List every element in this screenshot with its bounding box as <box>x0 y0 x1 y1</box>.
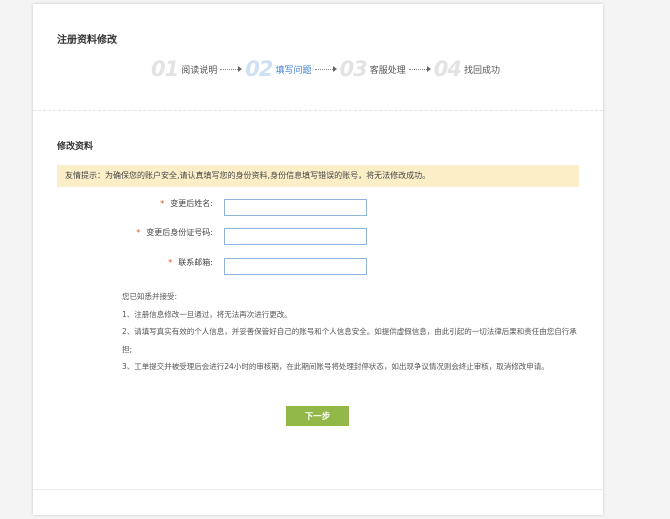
form-row-id: * 变更后身份证号码: <box>33 227 603 245</box>
step-label: 客服处理 <box>369 65 406 76</box>
step-number: 02 <box>245 57 273 81</box>
field-label-wrap: * 变更后姓名: <box>33 198 213 216</box>
terms-item-1: 1、注册信息修改一旦通过，将无法再次进行更改。 <box>122 309 292 319</box>
field-label-text: 联系邮箱: <box>178 258 213 267</box>
required-mark: * <box>136 228 141 237</box>
step-4: 04 找回成功 <box>434 56 500 82</box>
field-label: * 变更后姓名: <box>160 198 213 209</box>
main-card: 注册资料修改 01 阅读说明 02 填写问题 03 客服处理 04 找回成功 修… <box>33 4 603 515</box>
step-label: 阅读说明 <box>181 65 218 76</box>
arrow-right-icon <box>314 66 337 72</box>
terms-intro: 您已知悉并接受: <box>122 292 178 301</box>
required-mark: * <box>160 199 165 208</box>
progress-steps: 01 阅读说明 02 填写问题 03 客服处理 04 找回成功 <box>151 56 500 82</box>
required-mark: * <box>168 258 173 267</box>
terms-item-2: 2、请填写真实有效的个人信息，并妥善保管好自己的账号和个人信息安全。如提供虚假信… <box>122 327 577 354</box>
step-number: 01 <box>151 57 179 81</box>
next-step-button[interactable]: 下一步 <box>286 406 349 426</box>
arrow-right-icon <box>220 66 243 72</box>
page-title: 注册资料修改 <box>57 35 117 46</box>
field-label: * 变更后身份证号码: <box>136 227 213 238</box>
terms-block: 您已知悉并接受: 1、注册信息修改一旦通过，将无法再次进行更改。 2、请填写真实… <box>122 288 580 376</box>
form-row-email: * 联系邮箱: <box>33 257 603 275</box>
field-label-wrap: * 联系邮箱: <box>33 257 213 275</box>
step-number: 03 <box>339 57 368 81</box>
new-name-input[interactable] <box>224 198 367 216</box>
field-label-text: 变更后姓名: <box>170 199 213 208</box>
step-label: 找回成功 <box>463 65 500 76</box>
header-divider <box>33 110 603 111</box>
step-1: 01 阅读说明 <box>151 56 217 82</box>
field-label-wrap: * 变更后身份证号码: <box>33 227 213 245</box>
step-label: 填写问题 <box>275 65 312 76</box>
step-2: 02 填写问题 <box>245 56 311 82</box>
section-title: 修改资料 <box>57 142 94 152</box>
terms-item-3: 3、工单提交并被受理后会进行24小时的审核期，在此期间账号将处理封停状态，如出现… <box>122 362 549 371</box>
new-id-number-input[interactable] <box>224 227 367 245</box>
step-number: 04 <box>433 57 462 81</box>
email-input[interactable] <box>224 257 367 275</box>
footer-divider <box>33 489 603 490</box>
step-3: 03 客服处理 <box>340 56 406 82</box>
field-label: * 联系邮箱: <box>168 257 213 268</box>
arrow-right-icon <box>408 66 431 72</box>
form-row-name: * 变更后姓名: <box>33 198 603 216</box>
notice-banner: 友情提示：为确保您的账户安全,请认真填写您的身份资料,身份信息填写错误的账号，将… <box>57 165 579 187</box>
field-label-text: 变更后身份证号码: <box>146 228 213 237</box>
